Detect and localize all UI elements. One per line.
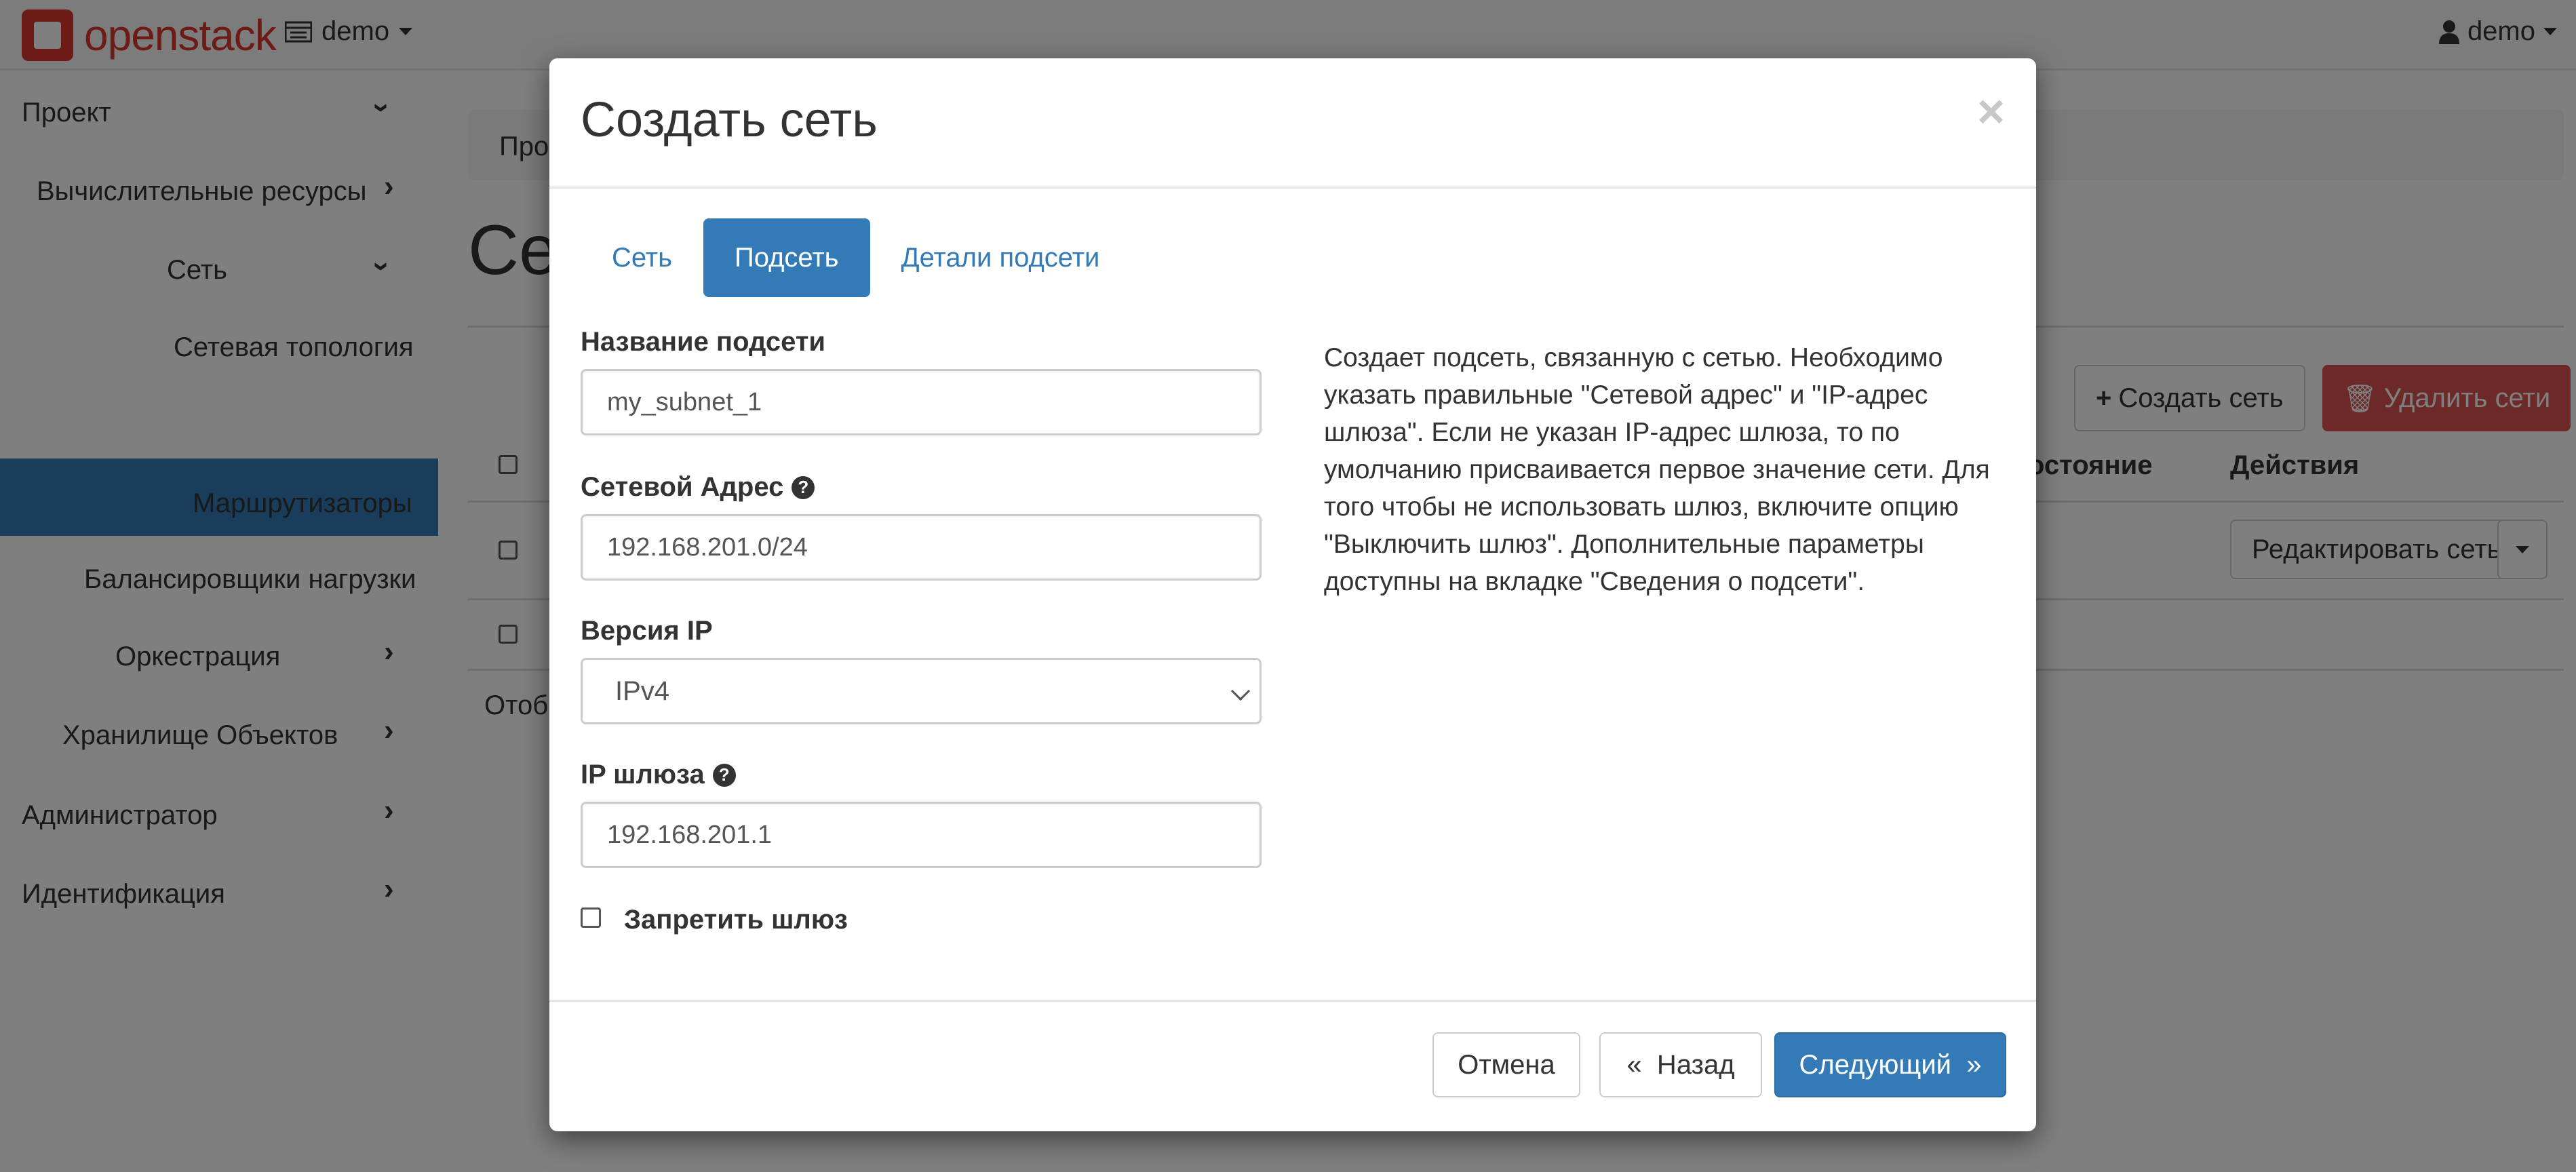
network-address-input[interactable]: 192.168.201.0/24 <box>581 514 1262 581</box>
wizard-tabs: Сеть Подсеть Детали подсети <box>581 218 1131 297</box>
tab-network[interactable]: Сеть <box>581 218 703 297</box>
ip-version-label-text: Версия IP <box>581 616 713 646</box>
help-icon[interactable]: ? <box>792 475 815 499</box>
disable-gateway-label[interactable]: Запретить шлюз <box>624 905 848 935</box>
disable-gateway-checkbox[interactable] <box>581 907 601 928</box>
close-icon[interactable]: × <box>1977 84 2005 138</box>
tab-subnet[interactable]: Подсеть <box>703 218 870 297</box>
ip-version-select[interactable]: IPv4 <box>581 658 1262 724</box>
modal-title: Создать сеть <box>581 93 878 147</box>
network-address-label: Сетевой Адрес ? <box>581 472 815 503</box>
back-button[interactable]: « Назад <box>1599 1032 1762 1097</box>
subnet-name-input[interactable]: my_subnet_1 <box>581 369 1262 435</box>
create-network-modal: Создать сеть × Сеть Подсеть Детали подсе… <box>549 58 2036 1131</box>
chevron-down-icon <box>1230 681 1251 701</box>
subnet-name-label: Название подсети <box>581 327 825 357</box>
help-icon[interactable]: ? <box>712 763 736 787</box>
gateway-ip-input[interactable]: 192.168.201.1 <box>581 802 1262 868</box>
subnet-name-label-text: Название подсети <box>581 327 825 357</box>
gateway-ip-label-text: IP шлюза <box>581 760 705 789</box>
modal-header: Создать сеть × <box>549 58 2036 189</box>
cancel-button[interactable]: Отмена <box>1432 1032 1580 1097</box>
next-button[interactable]: Следующий » <box>1774 1032 2006 1097</box>
tab-subnet-details[interactable]: Детали подсети <box>870 218 1131 297</box>
network-address-label-text: Сетевой Адрес <box>581 472 784 502</box>
ip-version-label: Версия IP <box>581 616 713 646</box>
subnet-help-description: Создает подсеть, связанную с сетью. Необ… <box>1324 343 1990 596</box>
ip-version-value: IPv4 <box>615 676 670 706</box>
gateway-ip-label: IP шлюза ? <box>581 760 736 790</box>
